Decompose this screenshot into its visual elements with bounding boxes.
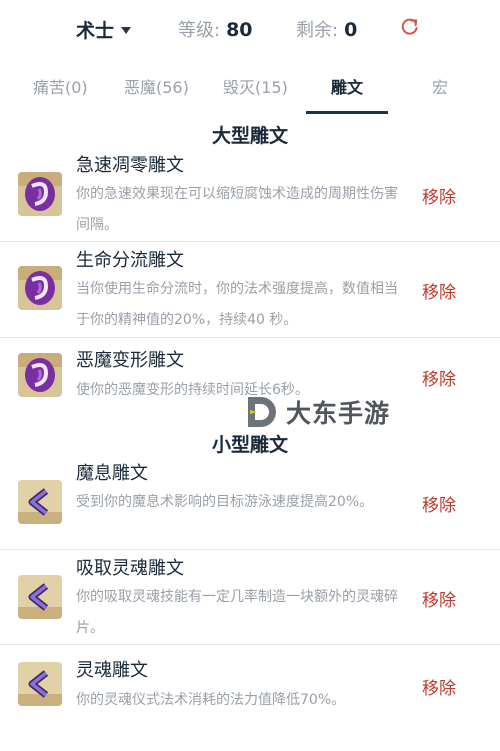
- remove-button[interactable]: 移除: [422, 365, 456, 390]
- glyph-name: 恶魔变形雕文: [76, 350, 184, 371]
- major-glyphs-title: 大型雕文: [211, 125, 288, 147]
- glyph-description: 你的吸取灵魂技能有一定几率制造一块额外的灵魂碎片。: [76, 589, 398, 636]
- glyph-description: 受到你的魔息术影响的目标游泳速度提高20%。: [76, 494, 374, 510]
- glyph-row: 生命分流雕文 当你使用生命分流时，你的法术强度提高，数值相当于你的精神值的20%…: [0, 242, 500, 338]
- glyph-name: 吸取灵魂雕文: [76, 558, 184, 579]
- level-stat: 等级: 80: [178, 16, 253, 42]
- remove-button[interactable]: 移除: [422, 674, 456, 699]
- glyph-name: 魔息雕文: [76, 463, 148, 484]
- purple-rune-icon: [18, 172, 62, 216]
- caret-down-icon: [121, 27, 132, 34]
- glyph-name: 灵魂雕文: [76, 660, 148, 681]
- tab-affliction[interactable]: 痛苦(0): [33, 74, 88, 98]
- glyph-row: 恶魔变形雕文 使你的恶魔变形的持续时间延长6秒。 移除: [0, 338, 500, 414]
- glyph-row: 急速凋零雕文 你的急速效果现在可以缩短腐蚀术造成的周期性伤害间隔。 移除: [0, 148, 500, 242]
- remaining-value: 0: [344, 19, 358, 41]
- class-name: 术士: [76, 20, 115, 42]
- remove-button[interactable]: 移除: [422, 586, 456, 611]
- arrow-rune-icon: [18, 575, 62, 619]
- top-bar: 术士 等级: 80 剩余: 0: [0, 0, 500, 58]
- glyph-row: 吸取灵魂雕文 你的吸取灵魂技能有一定几率制造一块额外的灵魂碎片。 移除: [0, 550, 500, 645]
- remove-button[interactable]: 移除: [422, 278, 456, 303]
- minor-glyphs-title: 小型雕文: [211, 434, 288, 456]
- refresh-icon[interactable]: [400, 17, 420, 37]
- level-value: 80: [226, 19, 253, 41]
- active-tab-indicator: [306, 111, 388, 114]
- glyph-description: 使你的恶魔变形的持续时间延长6秒。: [76, 382, 309, 398]
- purple-rune-icon: [18, 353, 62, 397]
- glyph-description: 你的急速效果现在可以缩短腐蚀术造成的周期性伤害间隔。: [76, 186, 398, 233]
- glyph-description: 当你使用生命分流时，你的法术强度提高，数值相当于你的精神值的20%，持续40 秒…: [76, 281, 398, 328]
- remove-button[interactable]: 移除: [422, 183, 456, 208]
- glyph-name: 生命分流雕文: [76, 250, 184, 271]
- remaining-points-stat: 剩余: 0: [296, 16, 357, 42]
- talent-tabs: 痛苦(0) 恶魔(56) 毁灭(15) 雕文 宏: [0, 66, 500, 114]
- purple-rune-icon: [18, 266, 62, 310]
- tab-macros[interactable]: 宏: [432, 74, 448, 98]
- tab-destruction[interactable]: 毁灭(15): [223, 74, 288, 98]
- glyph-row: 魔息雕文 受到你的魔息术影响的目标游泳速度提高20%。 移除: [0, 455, 500, 550]
- remaining-label: 剩余:: [296, 20, 339, 41]
- glyph-description: 你的灵魂仪式法术消耗的法力值降低70%。: [76, 692, 346, 708]
- glyph-row: 灵魂雕文 你的灵魂仪式法术消耗的法力值降低70%。 移除: [0, 645, 500, 751]
- class-dropdown[interactable]: 术士: [76, 16, 132, 43]
- glyph-name: 急速凋零雕文: [76, 155, 184, 176]
- arrow-rune-icon: [18, 480, 62, 524]
- arrow-rune-icon: [18, 662, 62, 706]
- remove-button[interactable]: 移除: [422, 491, 456, 516]
- tab-glyphs[interactable]: 雕文: [331, 74, 363, 98]
- level-label: 等级:: [178, 20, 221, 41]
- tab-demonology[interactable]: 恶魔(56): [124, 74, 189, 98]
